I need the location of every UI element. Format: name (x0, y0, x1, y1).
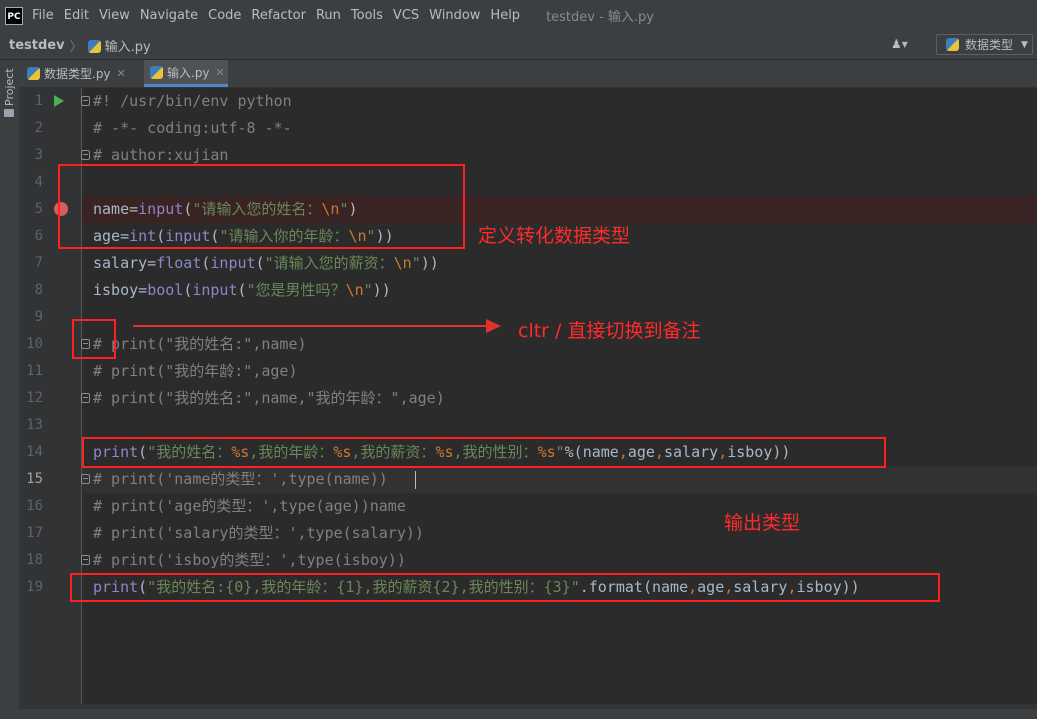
annotation-box-print-str-format (70, 573, 940, 602)
code-text: # print("我的姓名:",name,"我的年龄：",age) (93, 389, 445, 407)
line-number: 13 (26, 417, 43, 433)
code-text: # print("我的姓名:",name) (93, 335, 307, 353)
code-text: # print("我的年龄:",age) (93, 362, 298, 380)
menu-vcs[interactable]: VCS (393, 8, 419, 23)
annotation-shortcut: cltr / 直接切换到备注 (518, 320, 701, 342)
line-number: 2 (34, 120, 43, 136)
close-icon[interactable]: ✕ (117, 67, 126, 80)
line-number: 14 (26, 444, 43, 460)
code-line: 1 #! /usr/bin/env python (19, 88, 1037, 115)
line-number: 12 (26, 390, 43, 406)
line-number: 11 (26, 363, 43, 379)
menu-window[interactable]: Window (429, 8, 480, 23)
fold-icon[interactable] (81, 150, 90, 160)
code-text: salary=float(input("请输入您的薪资：\n")) (93, 254, 439, 272)
fold-icon[interactable] (81, 474, 90, 484)
code-line: 17 # print('salary的类型：',type(salary)) (19, 520, 1037, 547)
line-number: 15 (26, 471, 43, 487)
python-config-icon (946, 38, 959, 51)
window-title: testdev - 输入.py (546, 10, 655, 25)
folder-icon (4, 109, 14, 117)
code-text: isboy=bool(input("您是男性吗？\n")) (93, 281, 391, 299)
line-number: 18 (26, 552, 43, 568)
menu-code[interactable]: Code (208, 8, 241, 23)
line-number: 5 (34, 201, 43, 217)
code-text: # print('age的类型：',type(age))name (93, 497, 406, 515)
code-text: # print('name的类型：',type(name)) (93, 470, 388, 488)
code-line: 12 # print("我的姓名:",name,"我的年龄：",age) (19, 385, 1037, 412)
code-text: #! /usr/bin/env python (93, 92, 292, 110)
menu-navigate[interactable]: Navigate (140, 8, 198, 23)
close-icon[interactable]: ✕ (216, 66, 225, 79)
line-number: 6 (34, 228, 43, 244)
annotation-output-types: 输出类型 (724, 512, 801, 534)
line-number: 9 (34, 309, 43, 325)
project-tab-label: Project (3, 68, 16, 106)
line-number: 10 (26, 336, 43, 352)
menu-refactor[interactable]: Refactor (251, 8, 306, 23)
line-number: 7 (34, 255, 43, 271)
code-line: 15 # print('name的类型：',type(name)) (19, 466, 1037, 493)
annotation-arrow-line (133, 325, 488, 327)
menu-edit[interactable]: Edit (64, 8, 89, 23)
annotation-box-conversion (58, 164, 465, 249)
code-line: 11 # print("我的年龄:",age) (19, 358, 1037, 385)
fold-icon[interactable] (81, 96, 90, 106)
line-number: 17 (26, 525, 43, 541)
chevron-down-icon: ▼ (1021, 39, 1028, 50)
menu-tools[interactable]: Tools (351, 8, 383, 23)
breadcrumb-project[interactable]: testdev (9, 38, 65, 53)
code-line: 2 # -*- coding:utf-8 -*- (19, 115, 1037, 142)
run-icon[interactable] (54, 95, 64, 107)
editor-tab-bar: 数据类型.py ✕ 输入.py ✕ (19, 60, 1037, 88)
line-number: 4 (34, 174, 43, 190)
line-number: 16 (26, 498, 43, 514)
navigation-bar: testdev 〉 输入.py ♟▾ 数据类型 ▼ (0, 31, 1037, 60)
run-configuration-label: 数据类型 (965, 38, 1014, 52)
annotation-box-print-format (82, 437, 886, 468)
menu-run[interactable]: Run (316, 8, 341, 23)
tab-shujuleixing[interactable]: 数据类型.py ✕ (27, 60, 126, 86)
code-line: 7 salary=float(input("请输入您的薪资：\n")) (19, 250, 1037, 277)
line-number: 3 (34, 147, 43, 163)
breadcrumb-file-label: 输入.py (104, 39, 151, 55)
line-number: 8 (34, 282, 43, 298)
tab-shuru[interactable]: 输入.py ✕ (144, 60, 228, 87)
python-file-icon (27, 66, 40, 80)
annotation-define-types: 定义转化数据类型 (478, 225, 631, 247)
code-line: 16 # print('age的类型：',type(age))name (19, 493, 1037, 520)
status-bar (0, 709, 1037, 719)
tool-window-strip (0, 60, 20, 719)
code-text: # print('salary的类型：',type(salary)) (93, 524, 424, 542)
run-configuration-select[interactable]: 数据类型 ▼ (936, 34, 1033, 55)
fold-icon[interactable] (81, 555, 90, 565)
user-account-icon[interactable]: ♟▾ (891, 37, 908, 51)
tab-label: 输入.py (167, 65, 210, 80)
line-number: 1 (34, 93, 43, 109)
text-caret (415, 471, 416, 489)
menu-view[interactable]: View (99, 8, 130, 23)
code-line: 8 isboy=bool(input("您是男性吗？\n")) (19, 277, 1037, 304)
menu-bar: PC File Edit View Navigate Code Refactor… (0, 0, 1037, 31)
menu-file[interactable]: File (32, 8, 54, 23)
code-text: # -*- coding:utf-8 -*- (93, 119, 292, 137)
python-file-icon (150, 65, 163, 79)
menu-help[interactable]: Help (490, 8, 520, 23)
python-file-icon (87, 39, 101, 53)
breadcrumb-file[interactable]: 输入.py (87, 36, 151, 55)
tab-label: 数据类型.py (44, 66, 111, 81)
fold-icon[interactable] (81, 393, 90, 403)
pycharm-logo-icon: PC (5, 6, 23, 25)
line-number: 19 (26, 579, 43, 595)
annotation-box-comment (72, 319, 116, 359)
breadcrumb-separator-icon: 〉 (69, 39, 83, 55)
code-line: 18 # print('isboy的类型：',type(isboy)) (19, 547, 1037, 574)
arrow-right-icon (486, 319, 501, 333)
code-text: # print('isboy的类型：',type(isboy)) (93, 551, 406, 569)
code-line: 13 (19, 412, 1037, 439)
